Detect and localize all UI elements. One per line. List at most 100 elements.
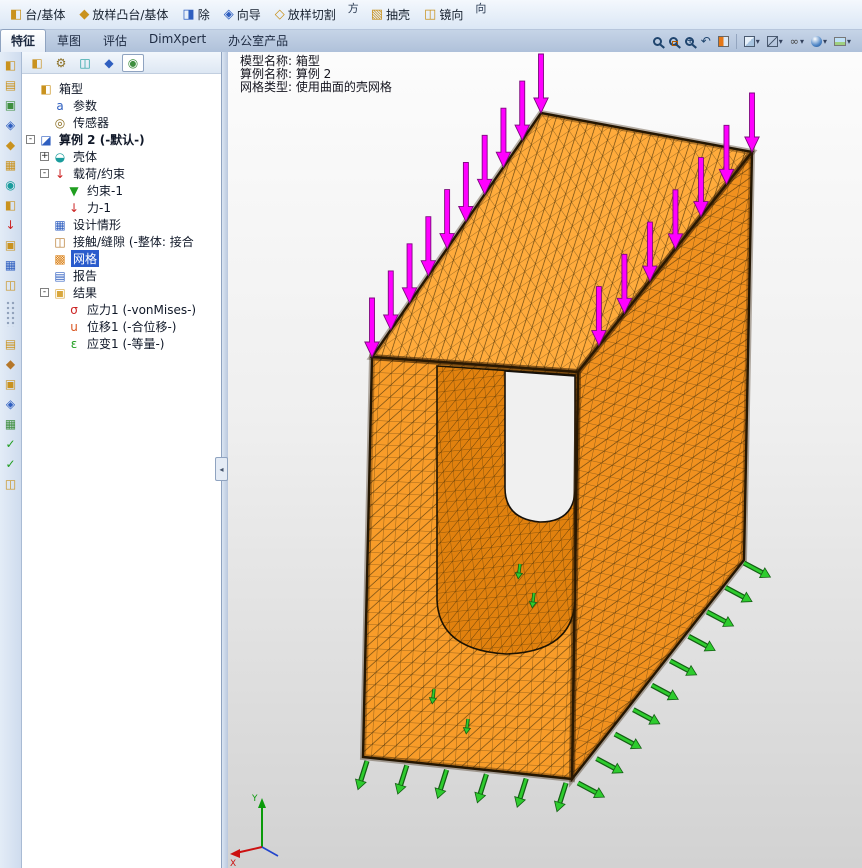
- sim-toolbar-icon-16[interactable]: ◈: [2, 395, 20, 412]
- triad-x-arrowhead: [230, 849, 240, 858]
- expander-minus-icon[interactable]: -: [40, 169, 49, 178]
- fixture-arrow[interactable]: [632, 707, 661, 725]
- hole-wizard-button[interactable]: ◈ 向导: [218, 4, 267, 25]
- fixture-arrow[interactable]: [650, 682, 679, 701]
- sim-toolbar-icon-17[interactable]: ▦: [2, 415, 20, 432]
- fixture-arrow[interactable]: [595, 756, 624, 774]
- fixture-arrow[interactable]: [553, 782, 569, 813]
- mesh-model[interactable]: [359, 109, 758, 788]
- tab-office-products[interactable]: 办公室产品: [217, 29, 299, 52]
- fixture-arrow[interactable]: [742, 560, 772, 579]
- zoom-in-out-button[interactable]: [682, 32, 697, 50]
- toolbar-button-label: 放样凸台/基体: [92, 8, 169, 22]
- sim-toolbar-icon-18[interactable]: ✓: [2, 435, 20, 452]
- sim-toolbar-icon-6[interactable]: ▦: [2, 156, 20, 173]
- lofted-boss-button[interactable]: ◆ 放样凸台/基体: [73, 4, 174, 25]
- fixture-arrow[interactable]: [514, 777, 529, 808]
- section-view-button[interactable]: [715, 32, 732, 50]
- tree-item-label: 箱型: [59, 82, 84, 96]
- tab-features[interactable]: 特征: [0, 29, 47, 52]
- sim-toolbar-icon-15[interactable]: ▣: [2, 375, 20, 392]
- fixture-arrow[interactable]: [394, 764, 410, 795]
- lofted-cut-button[interactable]: ◇ 放样切割: [269, 4, 342, 25]
- tab-dimxpert[interactable]: DimXpert: [138, 29, 217, 52]
- load-arrow[interactable]: [533, 53, 549, 115]
- sim-toolbar-icon-9[interactable]: ↓: [2, 216, 20, 233]
- fixture-arrow[interactable]: [354, 760, 370, 791]
- sim-toolbar-icon-19[interactable]: ✓: [2, 455, 20, 472]
- sim-toolbar-icon-10[interactable]: ▣: [2, 236, 20, 253]
- tree-item-contact[interactable]: ◫ 接触/缝隙 (-整体: 接合: [22, 233, 221, 250]
- view-orientation-button[interactable]: ▾: [741, 32, 763, 50]
- tree-item-design-scenario[interactable]: ▦ 设计情形: [22, 216, 221, 233]
- tree-item-shell[interactable]: + ◒ 壳体: [22, 148, 221, 165]
- mirror-button[interactable]: ◫ 镜向: [418, 4, 469, 25]
- viewport-canvas[interactable]: Y X: [228, 52, 862, 868]
- sim-toolbar-icon-2[interactable]: ▤: [2, 76, 20, 93]
- sim-toolbar-icon-13[interactable]: ▤: [2, 335, 20, 352]
- tree-item-force-1[interactable]: ↓ 力-1: [22, 199, 221, 216]
- toolbar-gripper[interactable]: [5, 301, 16, 327]
- triad-x-label: X: [230, 859, 236, 868]
- display-style-button[interactable]: ▾: [764, 32, 786, 50]
- scene-button[interactable]: ▾: [831, 32, 854, 50]
- featuremanager-tab[interactable]: ◧: [26, 54, 48, 72]
- fixture-arrow[interactable]: [668, 658, 698, 676]
- cut-button[interactable]: ◨ 除: [176, 4, 215, 25]
- tree-item-parameters[interactable]: a 参数: [22, 97, 221, 114]
- shell-button[interactable]: ▧ 抽壳: [365, 4, 416, 25]
- tree-item-restraint-1[interactable]: ▼ 约束-1: [22, 182, 221, 199]
- fixture-arrow[interactable]: [576, 780, 606, 799]
- viewport[interactable]: 模型名称: 箱型 算例名称: 算例 2 网格类型: 使用曲面的壳网格 Y X: [228, 52, 862, 868]
- report-icon: ▤: [54, 268, 66, 283]
- dimxpertmanager-tab[interactable]: ◆: [98, 54, 120, 72]
- panel-collapse-handle[interactable]: ◂: [215, 457, 228, 481]
- toolbar-button-label: 除: [197, 8, 210, 22]
- tree-item-report[interactable]: ▤ 报告: [22, 267, 221, 284]
- fixture-arrow[interactable]: [705, 609, 735, 627]
- tree-item-loads[interactable]: - ↓ 载荷/约束: [22, 165, 221, 182]
- fixture-arrow[interactable]: [474, 773, 489, 804]
- zoom-fit-button[interactable]: [650, 32, 665, 50]
- scene-icon: [833, 36, 846, 46]
- sim-toolbar-icon-5[interactable]: ◆: [2, 136, 20, 153]
- propertymanager-tab[interactable]: ⚙: [50, 54, 72, 72]
- sim-toolbar-icon-3[interactable]: ▣: [2, 96, 20, 113]
- sim-toolbar-icon-4[interactable]: ◈: [2, 116, 20, 133]
- boss-base-button[interactable]: ◧ 台/基体: [4, 4, 71, 25]
- expander-plus-icon[interactable]: +: [40, 152, 49, 161]
- fixture-arrow[interactable]: [724, 585, 753, 603]
- tree-item-mesh[interactable]: ▩ 网格: [22, 250, 221, 267]
- tree-item-stress1[interactable]: σ 应力1 (-vonMises-): [22, 301, 221, 318]
- sim-toolbar-icon-8[interactable]: ◧: [2, 196, 20, 213]
- zoom-area-button[interactable]: [666, 32, 681, 50]
- tree-item-displacement1[interactable]: u 位移1 (-合位移-): [22, 318, 221, 335]
- load-arrow[interactable]: [744, 92, 760, 154]
- design-scenario-icon: ▦: [54, 217, 66, 232]
- tab-sketch[interactable]: 草图: [46, 29, 92, 52]
- tree-item-results[interactable]: - ▣ 结果: [22, 284, 221, 301]
- expander-minus-icon[interactable]: -: [40, 288, 49, 297]
- tree-item-strain1[interactable]: ε 应变1 (-等量-): [22, 335, 221, 352]
- fixture-arrow[interactable]: [687, 634, 716, 652]
- edit-appearance-button[interactable]: ▾: [808, 32, 830, 50]
- tab-evaluate[interactable]: 评估: [92, 29, 138, 52]
- configurationmanager-tab[interactable]: ◫: [74, 54, 96, 72]
- tree-item-study[interactable]: - ◪ 算例 2 (-默认-): [22, 131, 221, 148]
- toolbar-fragment-1[interactable]: 方: [344, 0, 363, 16]
- sim-toolbar-icon-11[interactable]: ▦: [2, 256, 20, 273]
- tree-item-box[interactable]: ◧ 箱型: [22, 80, 221, 97]
- tree-item-sensors[interactable]: ◎ 传感器: [22, 114, 221, 131]
- sim-toolbar-icon-1[interactable]: ◧: [2, 56, 20, 73]
- sim-toolbar-icon-12[interactable]: ◫: [2, 276, 20, 293]
- sim-toolbar-icon-14[interactable]: ◆: [2, 355, 20, 372]
- fixture-arrow[interactable]: [434, 769, 450, 800]
- toolbar-fragment-2[interactable]: 向: [471, 0, 490, 16]
- displaymanager-tab[interactable]: ◉: [122, 53, 144, 72]
- sim-toolbar-icon-20[interactable]: ◫: [2, 475, 20, 492]
- previous-view-button[interactable]: ↶: [698, 32, 714, 50]
- expander-minus-icon[interactable]: -: [26, 135, 35, 144]
- sim-toolbar-icon-7[interactable]: ◉: [2, 176, 20, 193]
- fixture-arrow[interactable]: [613, 731, 643, 750]
- hide-show-items-button[interactable]: ∞ ▾: [787, 32, 807, 50]
